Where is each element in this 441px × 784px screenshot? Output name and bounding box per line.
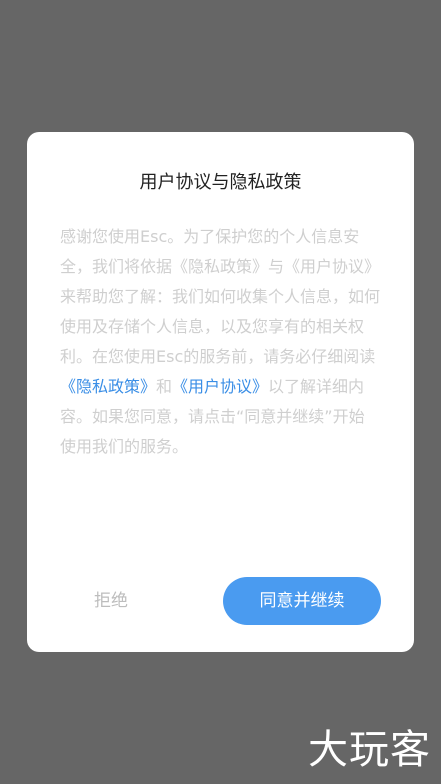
watermark-logo: 大玩客	[308, 727, 431, 773]
dialog-title: 用户协议与隐私政策	[139, 172, 302, 193]
agree-continue-button[interactable]: 同意并继续	[223, 577, 381, 625]
privacy-dialog: 用户协议与隐私政策 感谢您使用Esc。为了保护您的个人信息安全，我们将依据《隐私…	[27, 132, 414, 652]
body-text-and: 和	[156, 377, 173, 396]
user-agreement-link[interactable]: 《用户协议》	[172, 377, 268, 396]
reject-button[interactable]: 拒绝	[71, 578, 151, 624]
privacy-policy-link[interactable]: 《隐私政策》	[60, 377, 156, 396]
screen: 用户协议与隐私政策 感谢您使用Esc。为了保护您的个人信息安全，我们将依据《隐私…	[0, 0, 441, 784]
body-text-intro: 感谢您使用Esc。为了保护您的个人信息安全，我们将依据《隐私政策》与《用户协议》…	[60, 227, 381, 366]
dialog-body: 感谢您使用Esc。为了保护您的个人信息安全，我们将依据《隐私政策》与《用户协议》…	[60, 222, 380, 462]
